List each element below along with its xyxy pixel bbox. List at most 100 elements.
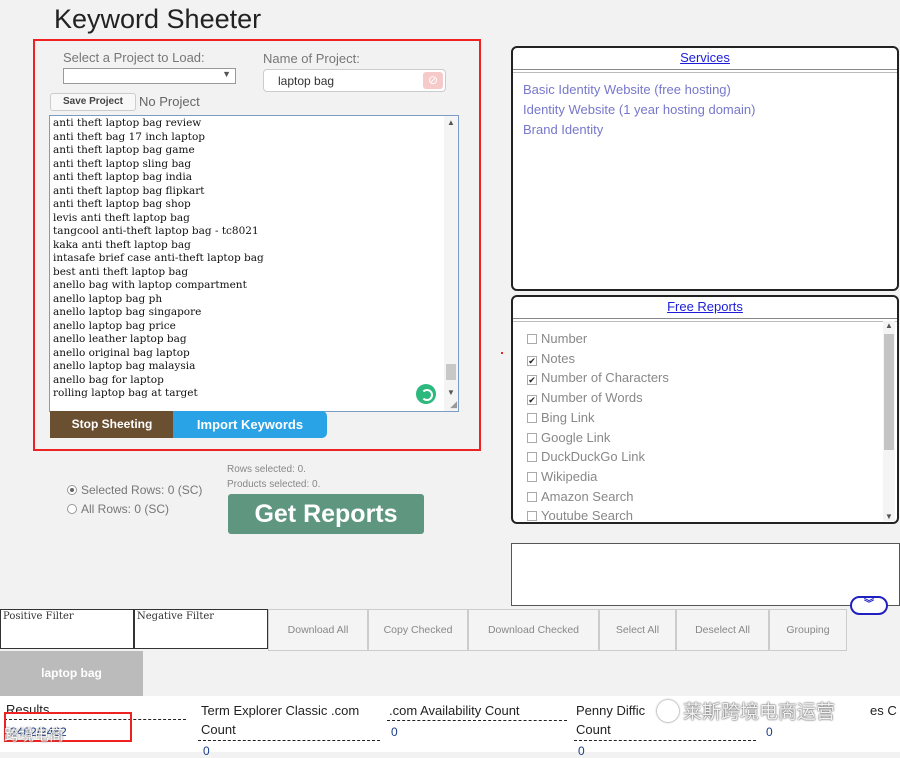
checkbox-checked-icon[interactable]: ✔ [527,375,537,386]
radio-unchecked-icon[interactable] [67,504,77,514]
scroll-down-icon[interactable]: ▼ [885,512,893,521]
all-rows-option[interactable]: All Rows: 0 (SC) [67,502,169,516]
scroll-thumb[interactable] [884,334,894,450]
services-panel: Services Basic Identity Website (free ho… [511,46,899,291]
checkbox-unchecked-icon[interactable] [527,412,537,423]
keyword-line: anello laptop bag singapore [53,306,202,318]
project-select[interactable]: ▼ [63,68,236,84]
positive-filter-input[interactable]: Positive Filter [0,609,134,649]
report-option[interactable]: ✔ Number of Characters [527,368,669,388]
checkbox-checked-icon[interactable]: ✔ [527,395,537,406]
expand-chevron-icon[interactable]: ︾ [850,596,888,615]
report-option-label: Bing Link [541,409,595,425]
keyword-line: anti theft laptop bag review [53,117,202,129]
keyword-line: anello laptop bag price [53,319,176,332]
col-term-explorer-sub: Count [201,722,236,737]
keyword-line: anti theft bag 17 inch laptop [53,130,206,143]
checkbox-unchecked-icon[interactable] [527,471,537,482]
report-option[interactable]: DuckDuckGo Link [527,447,669,467]
report-option[interactable]: Amazon Search [527,487,669,507]
keyword-line: kaka anti theft laptop bag [53,238,191,251]
report-option-label: Amazon Search [541,488,634,504]
checkbox-unchecked-icon[interactable] [527,452,537,463]
scroll-up-icon[interactable]: ▲ [447,118,455,127]
col-term-explorer-value: 0 [203,744,210,758]
report-option[interactable]: ✔ Number of Words [527,388,669,408]
report-option-label: Number of Characters [541,370,669,386]
report-option[interactable]: Number [527,329,669,349]
checkbox-unchecked-icon[interactable] [527,432,537,443]
keyword-line: anello leather laptop bag [53,333,187,345]
loading-spinner-icon [416,384,436,404]
col-penny-header: Penny Diffic [576,703,646,718]
report-option-label: Number of Words [541,390,643,406]
watermark-secondary: 跨境电商 [4,727,65,744]
resize-grip-icon[interactable]: ◢ [450,399,457,410]
scroll-down-icon[interactable]: ▼ [447,388,455,397]
stop-sheeting-button[interactable]: Stop Sheeting [50,411,174,438]
import-keywords-button[interactable]: Import Keywords [173,411,327,438]
checkbox-unchecked-icon[interactable] [527,334,537,344]
products-selected-text: Products selected: 0. [227,479,321,490]
clear-icon[interactable]: ⊘ [423,72,443,89]
report-option[interactable]: Bing Link [527,408,669,428]
select-all-button[interactable]: Select All [599,609,676,651]
output-box [511,543,900,606]
report-options-list: Number ✔ Notes ✔ Number of Characters ✔ Number… [527,329,669,526]
col-term-explorer-header: Term Explorer Classic .com [201,703,360,718]
checkbox-checked-icon[interactable]: ✔ [527,355,537,366]
services-list: Basic Identity Website (free hosting) Ide… [523,80,755,140]
report-option-label: Number [541,331,588,346]
selected-rows-option[interactable]: Selected Rows: 0 (SC) [67,483,202,497]
keyword-line: best anti theft laptop bag [53,265,189,278]
col-penny-value: 0 [578,744,585,758]
keyword-textarea[interactable]: anti theft laptop bag review anti theft b… [49,115,459,412]
service-link[interactable]: Identity Website (1 year hosting domain) [523,100,755,120]
scroll-up-icon[interactable]: ▲ [885,321,893,330]
checkbox-unchecked-icon[interactable] [527,491,537,502]
report-option-label: DuckDuckGo Link [541,449,646,465]
keyword-line: anello original bag laptop [53,346,190,359]
keyword-line: anti theft laptop bag game [53,144,195,156]
report-option-label: Wikipedia [541,468,598,484]
copy-checked-button[interactable]: Copy Checked [368,609,468,651]
keyword-line: anti theft laptop bag india [53,171,193,183]
report-option-label: Google Link [541,429,611,445]
selected-rows-label: Selected Rows: 0 (SC) [81,483,203,497]
marker-dot [501,352,503,354]
download-all-button[interactable]: Download All [268,609,368,651]
negative-filter-input[interactable]: Negative Filter [134,609,268,649]
radio-checked-icon[interactable] [67,485,77,495]
tab-laptop-bag[interactable]: laptop bag [0,651,143,696]
free-reports-panel: Free Reports Number ✔ Notes ✔ Number of Char… [511,295,899,524]
save-project-button[interactable]: Save Project [50,93,136,111]
deselect-all-button[interactable]: Deselect All [676,609,769,651]
keyword-list: anti theft laptop bag review anti theft b… [53,117,264,401]
download-checked-button[interactable]: Download Checked [468,609,599,651]
col-availability-header: .com Availability Count [389,703,520,718]
report-option[interactable]: ✔ Notes [527,349,669,369]
report-option-label: Notes [541,350,575,366]
col-penny-sub: Count [576,722,611,737]
get-reports-button[interactable]: Get Reports [228,494,424,534]
keyword-scrollbar[interactable]: ▲ ▼ [444,116,458,411]
dropdown-arrow-icon: ▼ [222,69,231,79]
service-link[interactable]: Brand Identity [523,120,755,140]
col-last-header: es C [870,703,897,718]
scroll-thumb[interactable] [446,364,456,380]
report-option[interactable]: Youtube Search [527,506,669,526]
service-link[interactable]: Basic Identity Website (free hosting) [523,80,755,100]
keyword-line: anello bag for laptop [53,373,164,386]
report-option[interactable]: Google Link [527,428,669,448]
free-reports-title[interactable]: Free Reports [513,297,897,322]
project-name-input[interactable]: laptop bag [263,69,446,92]
reports-scrollbar[interactable]: ▲ ▼ [883,321,895,521]
app-title: Keyword Sheeter [54,4,262,34]
wechat-icon [657,700,679,722]
grouping-button[interactable]: Grouping [769,609,847,651]
report-option[interactable]: Wikipedia [527,467,669,487]
services-title[interactable]: Services [513,48,897,73]
checkbox-unchecked-icon[interactable] [527,511,537,522]
keyword-line: anello bag with laptop compartment [53,279,247,291]
rows-selected-text: Rows selected: 0. [227,464,306,475]
